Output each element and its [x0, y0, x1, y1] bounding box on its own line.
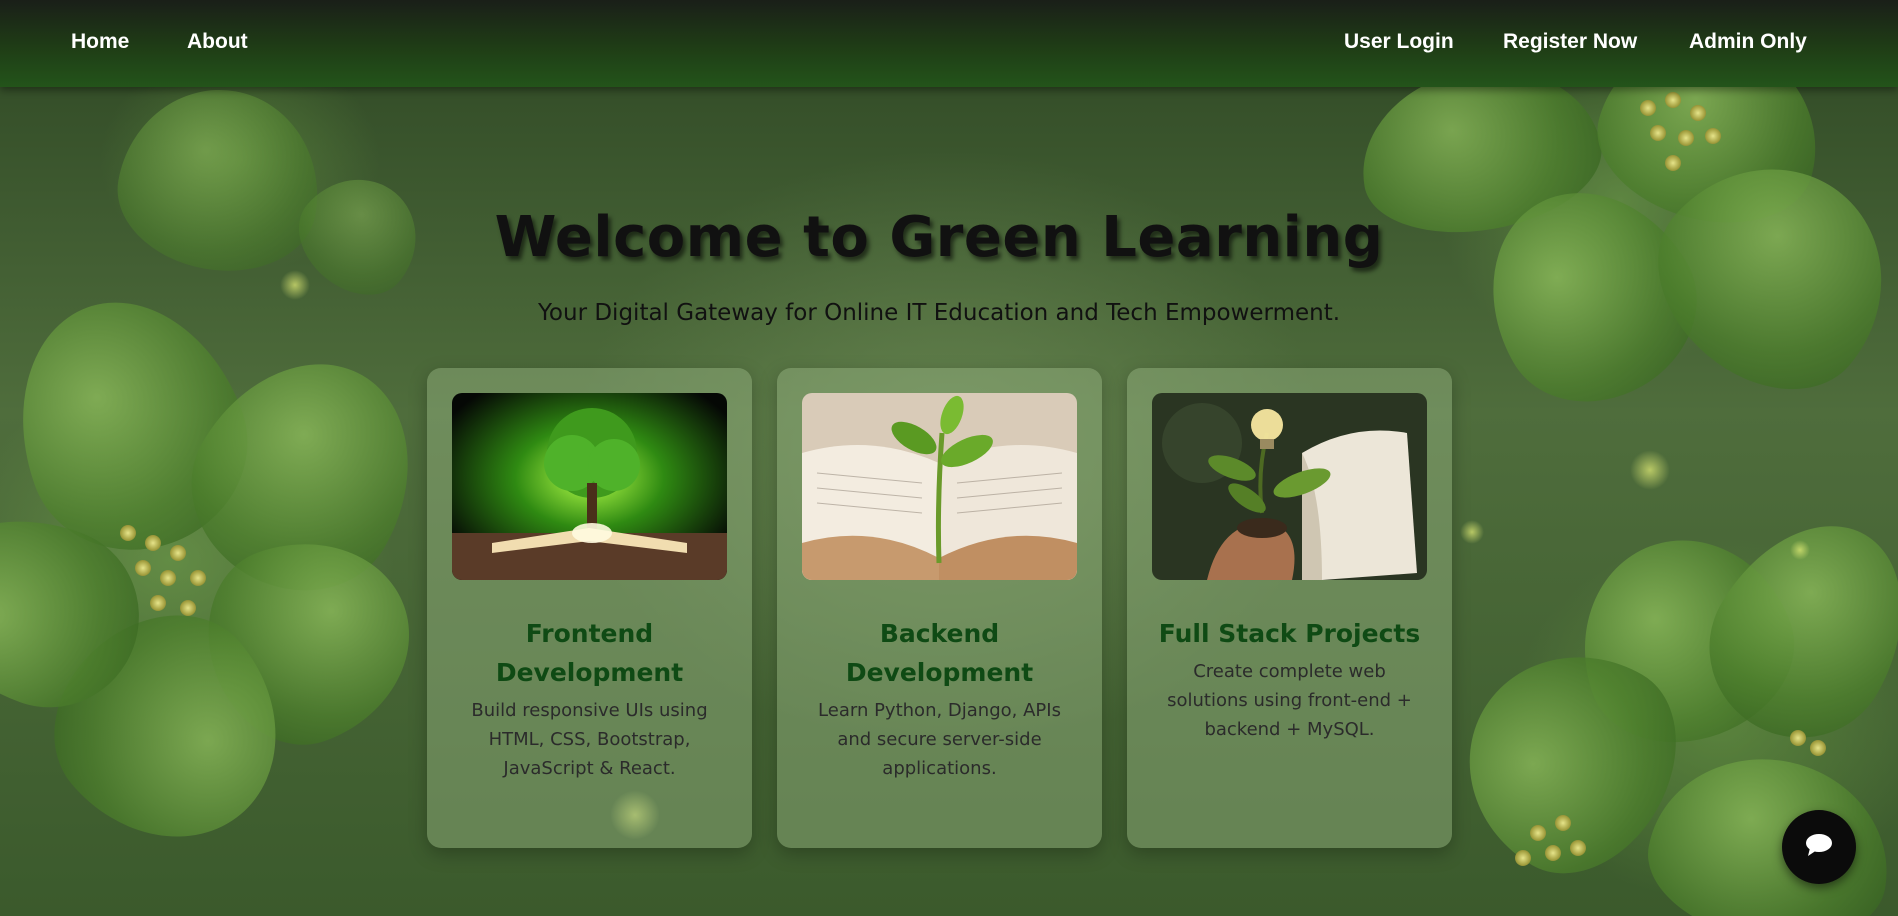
hero-subtitle: Your Digital Gateway for Online IT Educa…: [537, 300, 1341, 326]
nav-register-link[interactable]: Register Now: [1503, 30, 1637, 54]
card-description: Create complete web solutions using fron…: [1167, 661, 1412, 740]
nav-about-link[interactable]: About: [187, 30, 248, 54]
card-title: Backend Development: [845, 619, 1034, 687]
card-image-plant-book: [802, 393, 1077, 580]
card-fullstack: Full Stack Projects Create complete web …: [1127, 368, 1452, 848]
card-title: Full Stack Projects: [1158, 619, 1421, 648]
card-image-bulb-plant: [1152, 393, 1427, 580]
nav-user-login-link[interactable]: User Login: [1344, 30, 1454, 54]
card-image-tree-book: [452, 393, 727, 580]
card-description: Learn Python, Django, APIs and secure se…: [818, 700, 1061, 779]
top-navbar: Home About User Login Register Now Admin…: [0, 0, 1898, 87]
card-backend: Backend Development Learn Python, Django…: [777, 368, 1102, 848]
chat-bubble-icon: [1804, 832, 1834, 862]
hero-title: Welcome to Green Learning: [494, 205, 1384, 270]
card-title: Frontend Development: [495, 619, 684, 687]
card-frontend: Frontend Development Build responsive UI…: [427, 368, 752, 848]
nav-admin-link[interactable]: Admin Only: [1689, 30, 1807, 54]
card-description: Build responsive UIs using HTML, CSS, Bo…: [471, 700, 708, 779]
nav-home-link[interactable]: Home: [71, 30, 129, 54]
chat-button[interactable]: [1782, 810, 1856, 884]
